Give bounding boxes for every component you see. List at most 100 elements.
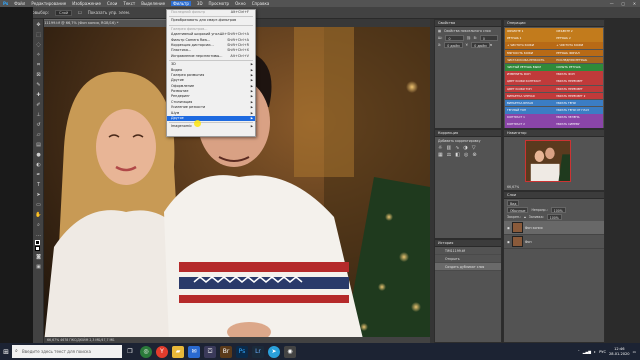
navigator-title[interactable]: Навигатор xyxy=(504,130,604,137)
explorer-icon[interactable]: ▰ xyxy=(172,345,184,358)
marquee-tool-icon[interactable]: ⬚ xyxy=(34,30,43,39)
menu-edit[interactable]: Редактирование xyxy=(31,1,66,6)
action-button[interactable]: ЧИСТАЯ КОЖА РЕЗКОСТЬ xyxy=(505,56,554,64)
menu-image[interactable]: Изображение xyxy=(72,1,101,6)
minimize-icon[interactable]: — xyxy=(610,1,614,6)
zoom-tool-icon[interactable]: ⌕ xyxy=(34,220,43,229)
filter-menu-item[interactable]: Другое ▶ xyxy=(167,116,255,122)
history-brush-icon[interactable]: ↺ xyxy=(34,120,43,129)
history-snapshot[interactable]: TIM11199.tif xyxy=(435,247,501,255)
action-button[interactable]: УБРАТЬ ТЕНИ ОТ ГЛАЗ xyxy=(554,107,603,114)
crop-tool-icon[interactable]: ⌗ xyxy=(34,60,43,69)
y-field[interactable]: 0 дюйм xyxy=(471,42,490,48)
layer-row[interactable]: ◉ Фон копия xyxy=(504,221,604,235)
width-field[interactable]: 0 дюйм xyxy=(445,35,464,47)
quick-mask-icon[interactable]: ◙ xyxy=(34,252,43,261)
menu-window[interactable]: Окно xyxy=(235,1,246,6)
filter-menu-item[interactable]: Преобразовать для смарт-фильтров xyxy=(167,18,255,23)
task-view-icon[interactable]: ❐ xyxy=(124,346,136,358)
actions-title[interactable]: Операции xyxy=(504,20,604,27)
keyboard-language[interactable]: РУС xyxy=(599,350,606,354)
levels-icon[interactable]: ▥ xyxy=(446,145,451,151)
windows-start-icon[interactable]: ⊞ xyxy=(0,343,12,360)
menu-type[interactable]: Текст xyxy=(123,1,135,6)
clone-stamp-icon[interactable]: ⊥ xyxy=(34,110,43,119)
action-button[interactable]: РЕТУШЬ ФИНАЛ xyxy=(554,49,603,57)
opacity-field[interactable]: 100% xyxy=(550,207,566,213)
visibility-eye-icon[interactable]: ◉ xyxy=(507,226,510,230)
tray-arrow-icon[interactable]: ˄ xyxy=(578,350,580,354)
blur-tool-icon[interactable]: ● xyxy=(34,150,43,159)
x-field[interactable]: 0 дюйм xyxy=(444,42,463,48)
filter-kind-dropdown[interactable]: Вид xyxy=(507,200,520,206)
pen-tool-icon[interactable]: ✒ xyxy=(34,170,43,179)
close-icon[interactable]: ✕ xyxy=(633,1,636,6)
chrome-icon[interactable]: ◎ xyxy=(140,345,152,358)
volume-icon[interactable]: 🔈︎ xyxy=(594,350,596,354)
action-button[interactable]: ЦВЕТ КОЖИ КОНТРАСТ xyxy=(505,78,554,85)
eyedropper-icon[interactable]: ✎ xyxy=(34,80,43,89)
clock[interactable]: 12:46 28.01.2020 xyxy=(609,347,630,356)
gradient-tool-icon[interactable]: ▤ xyxy=(34,140,43,149)
filter-menu-item[interactable]: Исправление перспективы... Alt+Ctrl+V xyxy=(167,54,255,59)
color-balance-icon[interactable]: ⚖ xyxy=(447,152,451,158)
notifications-icon[interactable]: ▭ xyxy=(633,350,636,354)
type-tool-icon[interactable]: T xyxy=(34,180,43,189)
navigator-zoom[interactable]: 66,67% xyxy=(507,185,519,189)
path-select-icon[interactable]: ➤ xyxy=(34,190,43,199)
network-icon[interactable]: ▂▄▆ xyxy=(583,350,591,354)
visibility-eye-icon[interactable]: ◉ xyxy=(507,240,510,244)
menu-filter[interactable]: Фильтр xyxy=(171,1,191,6)
action-button[interactable]: УБРАТЬ ФОН xyxy=(554,71,603,78)
lock-icon[interactable]: 🔒︎ xyxy=(524,214,526,220)
menu-file[interactable]: Файл xyxy=(14,1,25,6)
action-button[interactable]: + ЧИСТОТА КОЖИ xyxy=(505,42,554,49)
blend-mode-dropdown[interactable]: Обычные xyxy=(507,207,529,213)
photoshop-icon[interactable]: Ps xyxy=(236,345,248,358)
action-button[interactable]: ОБЪЕКТЕ 1 xyxy=(505,28,554,35)
history-step-duplicate[interactable]: Создать дубликат слоя xyxy=(435,263,501,271)
action-button[interactable]: СКРЫТЬ РЕТУШЬ xyxy=(554,63,603,71)
curves-icon[interactable]: ∿ xyxy=(455,145,459,151)
history-step-open[interactable]: Открыть xyxy=(435,255,501,263)
brush-tool-icon[interactable]: ✐ xyxy=(34,100,43,109)
adjustments-title[interactable]: Коррекция xyxy=(435,130,501,137)
layer-row[interactable]: ◉ Фон xyxy=(504,235,604,249)
exposure-icon[interactable]: ◑ xyxy=(463,145,467,151)
history-title[interactable]: История xyxy=(435,240,501,247)
action-button[interactable]: УБРАТЬ ТЕНИ xyxy=(554,99,603,107)
camera-icon[interactable]: ◉ xyxy=(284,345,296,358)
filter-menu-item[interactable]: Imagenomic ▶ xyxy=(167,124,255,129)
brightness-icon[interactable]: ☼ xyxy=(438,145,442,151)
more-tools-icon[interactable]: … xyxy=(34,230,43,239)
background-color-swatch[interactable] xyxy=(35,246,40,251)
menu-layers[interactable]: Слои xyxy=(107,1,117,6)
magic-wand-icon[interactable]: ✧ xyxy=(34,50,43,59)
filter-menu-item[interactable]: Последний фильтр Alt+Ctrl+F xyxy=(167,10,255,15)
layer-name[interactable]: Фон копия xyxy=(525,226,543,230)
link-icon[interactable]: ⛓ xyxy=(467,35,471,41)
layers-title[interactable]: Слои xyxy=(504,192,604,199)
frame-tool-icon[interactable]: ⊠ xyxy=(34,70,43,79)
action-button[interactable]: МЯГКОСТЬ КОЖИ xyxy=(505,49,554,57)
menu-select[interactable]: Выделение xyxy=(141,1,165,6)
healing-brush-icon[interactable]: ✚ xyxy=(34,90,43,99)
action-button[interactable]: ЧИСТЫЙ РЕТУШЬ ВЫКЛ xyxy=(505,63,554,71)
eraser-tool-icon[interactable]: ▱ xyxy=(34,130,43,139)
menu-3d[interactable]: 3D xyxy=(197,1,203,6)
properties-title[interactable]: Свойства xyxy=(435,20,501,27)
screen-mode-icon[interactable]: ▣ xyxy=(34,262,43,271)
fill-field[interactable]: 100% xyxy=(546,214,562,220)
action-button[interactable]: УБРАТЬ ЗЕЛЕНЬ xyxy=(554,114,603,121)
menu-view[interactable]: Просмотр xyxy=(209,1,230,6)
action-button[interactable]: УБРАТЬ ПЕРЕСВЕТ 2 xyxy=(554,92,603,100)
action-button[interactable]: + ЧИСТОТА КОЖИ xyxy=(554,42,603,49)
hand-tool-icon[interactable]: ✋ xyxy=(34,210,43,219)
navigator-thumbnail[interactable] xyxy=(525,140,571,182)
shape-tool-icon[interactable]: ▭ xyxy=(34,200,43,209)
action-button[interactable]: УБРАТЬ ПЕРЕСВЕТ xyxy=(554,78,603,85)
action-button[interactable]: ЦВЕТ КОЖИ ТОН xyxy=(505,85,554,93)
action-button[interactable]: КОНТРАСТ 1 xyxy=(505,114,554,121)
show-transform-checkbox[interactable]: ☐ xyxy=(78,10,82,15)
lasso-tool-icon[interactable]: ◌ xyxy=(34,40,43,49)
